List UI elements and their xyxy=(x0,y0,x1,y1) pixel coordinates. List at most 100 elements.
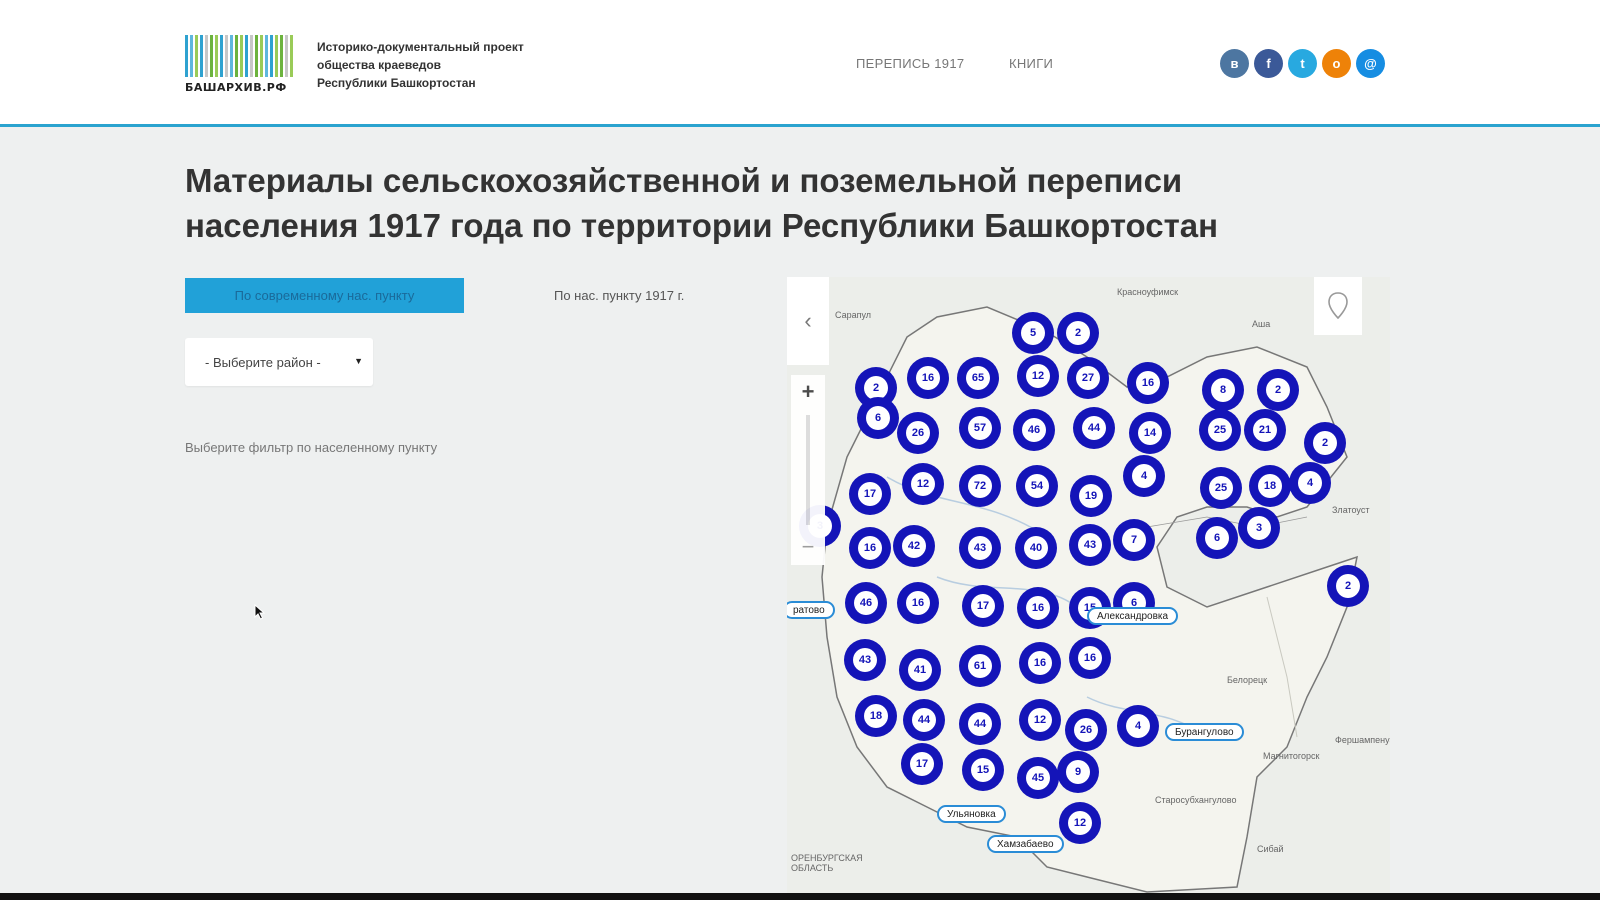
map-cluster-marker[interactable]: 16 xyxy=(1019,642,1061,684)
facebook-icon[interactable]: f xyxy=(1254,49,1283,78)
map-cluster-marker[interactable]: 27 xyxy=(1067,357,1109,399)
site-header: БАШАРХИВ.РФ Историко-документальный прое… xyxy=(0,0,1600,127)
cluster-count: 25 xyxy=(1209,476,1233,500)
map-cluster-marker[interactable]: 25 xyxy=(1199,409,1241,451)
map-cluster-marker[interactable]: 16 xyxy=(907,357,949,399)
map-cluster-marker[interactable]: 40 xyxy=(1015,527,1057,569)
map-cluster-marker[interactable]: 6 xyxy=(857,397,899,439)
site-logo[interactable]: БАШАРХИВ.РФ xyxy=(185,35,303,95)
zoom-out-button[interactable]: − xyxy=(791,530,825,564)
map-cluster-marker[interactable]: 4 xyxy=(1289,462,1331,504)
map-cluster-marker[interactable]: 15 xyxy=(962,749,1004,791)
location-pin-icon[interactable] xyxy=(1314,277,1362,335)
back-arrow-icon[interactable]: ‹ xyxy=(787,277,829,365)
map-cluster-marker[interactable]: 54 xyxy=(1016,465,1058,507)
tab-modern-settlement[interactable]: По современному нас. пункту xyxy=(185,278,464,313)
place-tag[interactable]: Хамзабаево xyxy=(987,835,1064,853)
zoom-slider[interactable] xyxy=(806,415,810,525)
cluster-count: 9 xyxy=(1066,760,1090,784)
map-cluster-marker[interactable]: 17 xyxy=(849,473,891,515)
map-cluster-marker[interactable]: 12 xyxy=(1059,802,1101,844)
map-cluster-marker[interactable]: 44 xyxy=(1073,407,1115,449)
bottom-bar xyxy=(0,893,1600,900)
place-tag[interactable]: Александровка xyxy=(1087,607,1179,625)
map-label: Аша xyxy=(1252,319,1271,329)
twitter-icon[interactable]: t xyxy=(1288,49,1317,78)
map-cluster-marker[interactable]: 46 xyxy=(845,582,887,624)
map-cluster-marker[interactable]: 16 xyxy=(1017,587,1059,629)
map-cluster-marker[interactable]: 14 xyxy=(1129,412,1171,454)
map-cluster-marker[interactable]: 65 xyxy=(957,357,999,399)
map-cluster-marker[interactable]: 16 xyxy=(849,527,891,569)
map-cluster-marker[interactable]: 12 xyxy=(902,463,944,505)
cluster-count: 54 xyxy=(1025,474,1049,498)
cluster-count: 17 xyxy=(971,594,995,618)
place-tag[interactable]: Бурангулово xyxy=(1165,723,1244,741)
map-cluster-marker[interactable]: 45 xyxy=(1017,757,1059,799)
cluster-count: 42 xyxy=(902,534,926,558)
map-cluster-marker[interactable]: 17 xyxy=(962,585,1004,627)
cluster-count: 16 xyxy=(1028,651,1052,675)
map-cluster-marker[interactable]: 17 xyxy=(901,743,943,785)
map-cluster-marker[interactable]: 25 xyxy=(1200,467,1242,509)
map-cluster-marker[interactable]: 26 xyxy=(897,412,939,454)
map-cluster-marker[interactable]: 6 xyxy=(1196,517,1238,559)
map-cluster-marker[interactable]: 16 xyxy=(1069,637,1111,679)
map-cluster-marker[interactable]: 12 xyxy=(1019,699,1061,741)
map-cluster-marker[interactable]: 4 xyxy=(1117,705,1159,747)
map-cluster-marker[interactable]: 19 xyxy=(1070,475,1112,517)
vk-icon[interactable]: в xyxy=(1220,49,1249,78)
map-cluster-marker[interactable]: 2 xyxy=(1304,422,1346,464)
odnoklassniki-icon[interactable]: о xyxy=(1322,49,1351,78)
tab-settlement-1917[interactable]: По нас. пункту 1917 г. xyxy=(554,288,684,303)
zoom-in-button[interactable]: + xyxy=(791,375,825,409)
map-cluster-marker[interactable]: 72 xyxy=(959,465,1001,507)
map-cluster-marker[interactable]: 18 xyxy=(1249,465,1291,507)
map-cluster-marker[interactable]: 18 xyxy=(855,695,897,737)
map-cluster-marker[interactable]: 12 xyxy=(1017,355,1059,397)
map-cluster-marker[interactable]: 16 xyxy=(1127,362,1169,404)
cluster-count: 16 xyxy=(1026,596,1050,620)
map-label: Сибай xyxy=(1257,844,1284,854)
map-cluster-marker[interactable]: 8 xyxy=(1202,369,1244,411)
social-links: в f t о @ xyxy=(1220,49,1385,78)
cluster-count: 16 xyxy=(1078,646,1102,670)
nav-books[interactable]: КНИГИ xyxy=(1009,56,1053,71)
mail-icon[interactable]: @ xyxy=(1356,49,1385,78)
map-cluster-marker[interactable]: 44 xyxy=(959,703,1001,745)
map-cluster-marker[interactable]: 21 xyxy=(1244,409,1286,451)
cluster-count: 6 xyxy=(1205,526,1229,550)
map-cluster-marker[interactable]: 3 xyxy=(1238,507,1280,549)
cluster-count: 27 xyxy=(1076,366,1100,390)
map-cluster-marker[interactable]: 43 xyxy=(1069,524,1111,566)
map-cluster-marker[interactable]: 41 xyxy=(899,649,941,691)
map-cluster-marker[interactable]: 16 xyxy=(897,582,939,624)
map-cluster-marker[interactable]: 61 xyxy=(959,645,1001,687)
settlements-map[interactable]: Красноуфимск Сарапул Аша Златоуст Белоре… xyxy=(787,277,1390,900)
map-cluster-marker[interactable]: 2 xyxy=(1257,369,1299,411)
map-cluster-marker[interactable]: 57 xyxy=(959,407,1001,449)
map-cluster-marker[interactable]: 42 xyxy=(893,525,935,567)
map-cluster-marker[interactable]: 5 xyxy=(1012,312,1054,354)
map-cluster-marker[interactable]: 44 xyxy=(903,699,945,741)
map-cluster-marker[interactable]: 9 xyxy=(1057,751,1099,793)
map-cluster-marker[interactable]: 43 xyxy=(959,527,1001,569)
cluster-count: 57 xyxy=(968,416,992,440)
map-cluster-marker[interactable]: 46 xyxy=(1013,409,1055,451)
cluster-count: 4 xyxy=(1298,471,1322,495)
map-label: Магнитогорск xyxy=(1263,751,1320,761)
map-cluster-marker[interactable]: 26 xyxy=(1065,709,1107,751)
map-cluster-marker[interactable]: 4 xyxy=(1123,455,1165,497)
map-cluster-marker[interactable]: 2 xyxy=(1327,565,1369,607)
map-cluster-marker[interactable]: 7 xyxy=(1113,519,1155,561)
district-select-value: - Выберите район - xyxy=(205,354,321,370)
cluster-count: 61 xyxy=(968,654,992,678)
place-tag[interactable]: ратово xyxy=(787,601,835,619)
map-cluster-marker[interactable]: 43 xyxy=(844,639,886,681)
district-select[interactable]: - Выберите район - ▼ xyxy=(185,338,373,386)
cluster-count: 65 xyxy=(966,366,990,390)
cluster-count: 25 xyxy=(1208,418,1232,442)
place-tag[interactable]: Ульяновка xyxy=(937,805,1006,823)
map-cluster-marker[interactable]: 2 xyxy=(1057,312,1099,354)
nav-census-1917[interactable]: ПЕРЕПИСЬ 1917 xyxy=(856,56,964,71)
